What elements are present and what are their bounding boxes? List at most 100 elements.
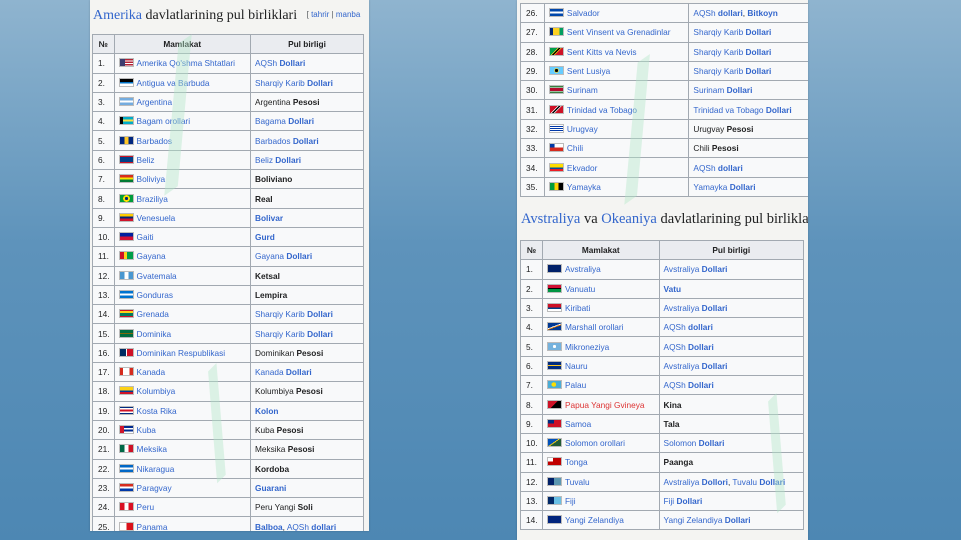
country-link[interactable]: Sent Kitts va Nevis — [567, 47, 637, 57]
currency-link[interactable]: Dollari — [702, 303, 728, 313]
country-link[interactable]: Boliviya — [137, 174, 166, 184]
currency-link[interactable]: Vatu — [664, 284, 682, 294]
country-link[interactable]: Gvatemala — [137, 271, 177, 281]
currency-link[interactable]: Avstraliya — [664, 303, 702, 313]
country-link[interactable]: Gayana — [137, 251, 166, 261]
currency-link[interactable]: Dollari — [759, 477, 785, 487]
currency-link[interactable]: Dollori — [702, 477, 728, 487]
currency-link[interactable]: Dollari — [746, 66, 772, 76]
country-link[interactable]: Gaiti — [137, 232, 154, 242]
currency-link[interactable]: Dollari — [307, 329, 333, 339]
edit-link[interactable]: tahrir — [311, 10, 329, 19]
oceania-title-link[interactable]: Okeaniya — [601, 211, 657, 227]
currency-link[interactable]: Sharqiy Karib — [693, 47, 745, 57]
currency-link[interactable]: dollari — [688, 322, 713, 332]
country-link[interactable]: Nikaragua — [137, 464, 175, 474]
currency-link[interactable]: Sharqiy Karib — [255, 329, 307, 339]
currency-link[interactable]: Dollari — [725, 515, 751, 525]
country-link[interactable]: Beliz — [137, 155, 155, 165]
currency-link[interactable]: Dollari — [293, 136, 319, 146]
country-link[interactable]: Kosta Rika — [137, 406, 177, 416]
currency-link[interactable]: Dollari — [279, 58, 305, 68]
country-link[interactable]: Bagam orollari — [137, 116, 191, 126]
country-link[interactable]: Avstraliya — [565, 264, 601, 274]
currency-link[interactable]: AQSh — [287, 522, 311, 531]
currency-link[interactable]: Surinam — [693, 85, 726, 95]
country-link[interactable]: Kolumbiya — [137, 386, 176, 396]
currency-link[interactable]: Dollari — [307, 309, 333, 319]
currency-link[interactable]: Dollari — [702, 264, 728, 274]
currency-link[interactable]: AQSh — [693, 163, 717, 173]
currency-link[interactable]: Dollari — [727, 85, 753, 95]
currency-link[interactable]: Avstraliya — [664, 361, 702, 371]
currency-link[interactable]: Dollari — [286, 251, 312, 261]
country-link[interactable]: Tonga — [565, 457, 588, 467]
currency-link[interactable]: Sharqiy Karib — [255, 78, 307, 88]
currency-link[interactable]: Guarani — [255, 483, 286, 493]
country-link[interactable]: Antigua va Barbuda — [137, 78, 210, 88]
country-link[interactable]: Solomon orollari — [565, 438, 625, 448]
currency-link[interactable]: Yamayka — [693, 182, 729, 192]
currency-link[interactable]: Solomon — [664, 438, 699, 448]
currency-link[interactable]: Dollari — [275, 155, 301, 165]
australia-title-link[interactable]: Avstraliya — [521, 211, 580, 227]
currency-link[interactable]: dollari — [718, 163, 743, 173]
currency-link[interactable]: Balboa — [255, 522, 283, 531]
country-link[interactable]: Urugvay — [567, 124, 598, 134]
country-link[interactable]: Sent Vinsent va Grenadinlar — [567, 27, 671, 37]
country-link[interactable]: Peru — [137, 502, 155, 512]
currency-link[interactable]: Bagama — [255, 116, 288, 126]
country-link[interactable]: Venesuela — [137, 213, 176, 223]
currency-link[interactable]: Dollari — [307, 78, 333, 88]
country-link[interactable]: Braziliya — [137, 194, 168, 204]
currency-link[interactable]: Kolon — [255, 406, 279, 416]
country-link[interactable]: Papua Yangi Gvineya — [565, 400, 645, 410]
currency-link[interactable]: Avstraliya — [664, 477, 702, 487]
currency-link[interactable]: Fiji — [664, 496, 677, 506]
country-link[interactable]: Kiribati — [565, 303, 590, 313]
country-link[interactable]: Argentina — [137, 97, 173, 107]
currency-link[interactable]: Tuvalu — [732, 477, 759, 487]
country-link[interactable]: Sent Lusiya — [567, 66, 610, 76]
currency-link[interactable]: Dollari — [730, 182, 756, 192]
currency-link[interactable]: Trinidad va Tobago — [693, 105, 765, 115]
currency-link[interactable]: Dollari — [699, 438, 725, 448]
currency-link[interactable]: Dollari — [746, 47, 772, 57]
currency-link[interactable]: AQSh — [693, 8, 717, 18]
currency-link[interactable]: Bolivar — [255, 213, 283, 223]
currency-link[interactable]: AQSh — [255, 58, 279, 68]
currency-link[interactable]: Dollari — [702, 361, 728, 371]
country-link[interactable]: Kanada — [137, 367, 166, 377]
currency-link[interactable]: Sharqiy Karib — [693, 66, 745, 76]
currency-link[interactable]: Dollari — [286, 367, 312, 377]
country-link[interactable]: Tuvalu — [565, 477, 590, 487]
currency-link[interactable]: Dollari — [688, 380, 714, 390]
country-link[interactable]: Fiji — [565, 496, 576, 506]
country-link[interactable]: Paragvay — [137, 483, 172, 493]
currency-link[interactable]: Gurd — [255, 232, 275, 242]
currency-link[interactable]: Dollari — [766, 105, 792, 115]
currency-link[interactable]: dollari — [718, 8, 743, 18]
currency-link[interactable]: AQSh — [664, 342, 688, 352]
country-link[interactable]: Chili — [567, 143, 583, 153]
country-link[interactable]: Palau — [565, 380, 586, 390]
country-link[interactable]: Kuba — [137, 425, 156, 435]
country-link[interactable]: Dominika — [137, 329, 172, 339]
currency-link[interactable]: Yangi Zelandiya — [664, 515, 725, 525]
country-link[interactable]: Dominikan Respublikasi — [137, 348, 226, 358]
country-link[interactable]: Samoa — [565, 419, 591, 429]
country-link[interactable]: Amerika Qo'shma Shtatlari — [137, 58, 235, 68]
country-link[interactable]: Salvador — [567, 8, 600, 18]
americas-title-link[interactable]: Amerika — [93, 8, 142, 23]
country-link[interactable]: Trinidad va Tobago — [567, 105, 637, 115]
currency-link[interactable]: Dollari — [746, 27, 772, 37]
currency-link[interactable]: Bitkoyn — [747, 8, 777, 18]
currency-link[interactable]: Avstraliya — [664, 264, 702, 274]
currency-link[interactable]: AQSh — [664, 380, 688, 390]
country-link[interactable]: Surinam — [567, 85, 598, 95]
country-link[interactable]: Yamayka — [567, 182, 601, 192]
country-link[interactable]: Grenada — [137, 309, 169, 319]
currency-link[interactable]: Dollari — [676, 496, 702, 506]
currency-link[interactable]: Beliz — [255, 155, 275, 165]
country-link[interactable]: Barbados — [137, 136, 173, 146]
